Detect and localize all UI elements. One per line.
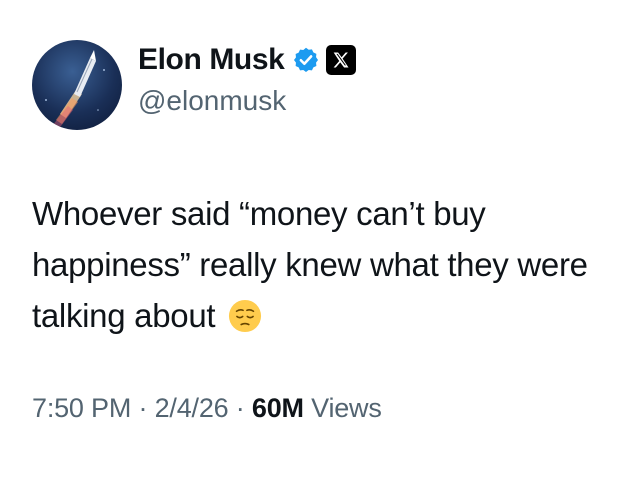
x-logo-icon[interactable] — [326, 45, 357, 75]
tweet-text: Whoever said “money can’t buy happiness”… — [32, 188, 622, 341]
tweet-meta: 7:50 PM · 2/4/26 · 60M Views — [32, 388, 382, 428]
verified-checkmark-icon — [294, 47, 319, 73]
rocket-launch-icon — [45, 50, 105, 130]
meta-separator: · — [235, 393, 245, 423]
tweet-card: Elon Musk @elonmusk Whoever said “money … — [0, 0, 640, 500]
views-count[interactable]: 60M — [252, 393, 304, 423]
tweet-date[interactable]: 2/4/26 — [155, 393, 229, 423]
avatar[interactable] — [32, 40, 122, 130]
tweet-time[interactable]: 7:50 PM — [32, 393, 131, 423]
author-name-row: Elon Musk — [138, 42, 357, 78]
pensive-face-emoji-icon — [229, 299, 262, 333]
author-handle[interactable]: @elonmusk — [138, 84, 286, 118]
views-label: Views — [311, 393, 382, 423]
author-display-name[interactable]: Elon Musk — [138, 42, 285, 78]
meta-separator: · — [138, 393, 148, 423]
tweet-body: Whoever said “money can’t buy happiness”… — [32, 195, 588, 334]
